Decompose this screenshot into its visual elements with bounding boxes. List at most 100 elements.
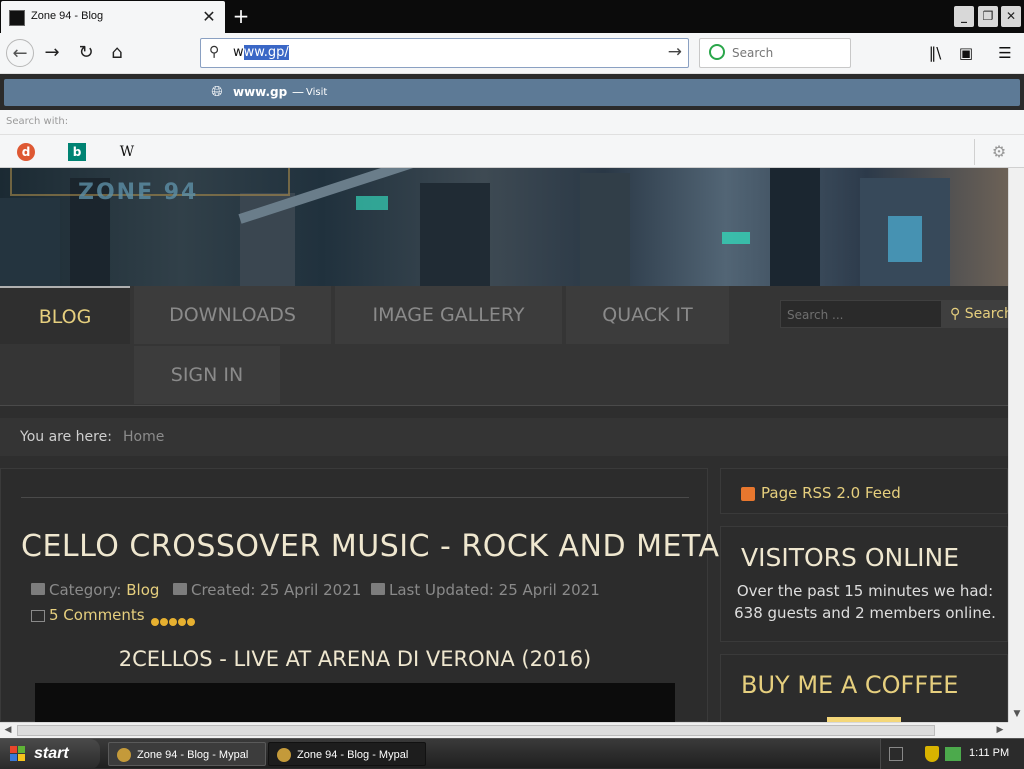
reload-button[interactable]: ↻	[72, 39, 100, 67]
restore-button[interactable]: ❐	[978, 6, 998, 27]
gear-icon[interactable]: ⚙	[989, 142, 1009, 162]
web-page: ZONE 94 BLOG DOWNLOADS IMAGE GALLERY QUA…	[0, 168, 1008, 722]
duckduckgo-icon[interactable]: d	[17, 143, 35, 161]
security-shield-icon[interactable]	[925, 746, 939, 762]
rating-star-icon[interactable]	[169, 618, 177, 626]
vertical-scrollbar[interactable]: ▼	[1008, 168, 1024, 722]
sidebar-icon[interactable]: ▣	[955, 42, 977, 64]
mypal-icon	[117, 748, 131, 762]
new-tab-button[interactable]: +	[230, 4, 252, 28]
wikipedia-icon[interactable]: W	[118, 143, 136, 161]
search-icon: ⚲	[209, 44, 220, 60]
coffee-title: BUY ME A COFFEE	[741, 671, 959, 699]
minimize-button[interactable]: _	[954, 6, 974, 27]
browser-tab[interactable]: Zone 94 - Blog ✕	[1, 1, 225, 33]
article-title[interactable]: CELLO CROSSOVER MUSIC - ROCK AND METAL	[21, 529, 737, 564]
nav-blog[interactable]: BLOG	[0, 286, 130, 344]
visitors-text: Over the past 15 minutes we had: 638 gues…	[734, 582, 996, 622]
horizontal-scroll-thumb[interactable]	[17, 725, 935, 736]
site-search-input[interactable]: Search ...	[780, 300, 942, 328]
article-subtitle: 2CELLOS - LIVE AT ARENA DI VERONA (2016)	[118, 647, 592, 671]
search-placeholder: Search	[732, 46, 774, 60]
windows-logo-icon	[10, 746, 26, 762]
rating-star-icon[interactable]	[160, 618, 168, 626]
keyboard-icon[interactable]	[889, 747, 903, 761]
close-tab-icon[interactable]: ✕	[200, 7, 218, 27]
scroll-right-icon[interactable]: ▶	[993, 723, 1007, 738]
back-button[interactable]: ←	[6, 39, 34, 67]
breadcrumb-label: You are here:	[20, 429, 112, 445]
calendar-icon	[173, 583, 187, 595]
visitors-title: VISITORS ONLINE	[741, 543, 960, 572]
site-logo[interactable]: ZONE 94	[78, 180, 198, 205]
menu-icon[interactable]: ☰	[994, 42, 1016, 64]
browser-titlebar: Zone 94 - Blog ✕ + _ ❐ ✕	[0, 0, 1024, 33]
rss-icon	[741, 487, 755, 501]
network-icon[interactable]	[945, 747, 961, 761]
engine-divider	[974, 139, 975, 165]
article-divider	[21, 497, 689, 498]
scrollbar-corner	[1008, 722, 1024, 738]
autocomplete-dash: —	[292, 85, 304, 99]
navigation-toolbar: ← → ↻ ⌂ ⚲ www.gp/ → Search ‖\ ▣ ☰	[0, 33, 1024, 74]
nav-downloads[interactable]: DOWNLOADS	[134, 286, 331, 344]
go-arrow-icon[interactable]: →	[668, 42, 682, 62]
visitors-widget: VISITORS ONLINE Over the past 15 minutes…	[720, 526, 1008, 642]
magnifier-icon: ⚲	[950, 306, 961, 322]
site-search-placeholder: Search ...	[787, 308, 844, 322]
folder-icon	[31, 583, 45, 595]
clock[interactable]: 1:11 PM	[969, 747, 1009, 759]
autocomplete-action: Visit	[306, 87, 328, 98]
breadcrumb: You are here: Home	[0, 418, 1008, 456]
rating-stars	[151, 611, 196, 630]
breadcrumb-home[interactable]: Home	[123, 429, 164, 445]
url-bar[interactable]: ⚲ www.gp/ →	[200, 38, 689, 68]
site-favicon-icon	[9, 10, 25, 26]
bing-icon[interactable]: b	[68, 143, 86, 161]
article-category: Category: Blog	[49, 581, 160, 599]
start-button[interactable]: start	[0, 739, 100, 769]
tab-title: Zone 94 - Blog	[31, 10, 104, 22]
forward-button[interactable]: →	[38, 39, 66, 67]
scroll-down-icon[interactable]: ▼	[1010, 706, 1024, 722]
library-icon[interactable]: ‖\	[924, 42, 946, 64]
search-engine-icon	[709, 44, 725, 60]
taskbar: start Zone 94 - Blog - Mypal Zone 94 - B…	[0, 738, 1024, 769]
horizontal-scrollbar[interactable]: ◀ ▶	[0, 722, 1008, 738]
category-link[interactable]: Blog	[126, 581, 159, 599]
coffee-widget: BUY ME A COFFEE	[720, 654, 1008, 722]
search-with-label: Search with:	[6, 116, 69, 127]
autocomplete-result[interactable]: 🌐︎ www.gp — Visit	[4, 79, 1020, 106]
nav-quack-it[interactable]: QUACK IT	[566, 286, 729, 344]
rss-link[interactable]: Page RSS 2.0 Feed	[761, 484, 901, 502]
globe-icon: 🌐︎	[211, 84, 223, 100]
video-embed[interactable]	[35, 683, 675, 722]
site-main-nav: BLOG DOWNLOADS IMAGE GALLERY QUACK IT SI…	[0, 286, 1008, 406]
autocomplete-url: www.gp	[233, 85, 288, 99]
home-button[interactable]: ⌂	[103, 39, 131, 67]
search-bar[interactable]: Search	[699, 38, 851, 68]
nav-sign-in[interactable]: SIGN IN	[134, 346, 280, 404]
rating-star-icon[interactable]	[151, 618, 159, 626]
taskbar-item[interactable]: Zone 94 - Blog - Mypal	[108, 742, 266, 766]
rating-star-icon[interactable]	[187, 618, 195, 626]
rss-widget: Page RSS 2.0 Feed	[720, 468, 1008, 514]
search-with-row: Search with:	[0, 110, 1024, 134]
site-search-button-label: Search	[964, 306, 1008, 322]
article-created: Created: 25 April 2021	[191, 581, 362, 599]
comments-link[interactable]: 5 Comments	[31, 606, 145, 624]
url-input[interactable]: www.gp/	[233, 45, 289, 60]
one-off-search-engines: d b W ⚙	[0, 134, 1024, 168]
mypal-icon	[277, 748, 291, 762]
scroll-left-icon[interactable]: ◀	[1, 723, 15, 738]
close-window-button[interactable]: ✕	[1001, 6, 1021, 27]
site-search-button[interactable]: ⚲ Search	[942, 300, 1008, 328]
nav-image-gallery[interactable]: IMAGE GALLERY	[335, 286, 562, 344]
calendar-edit-icon	[371, 583, 385, 595]
taskbar-item-active[interactable]: Zone 94 - Blog - Mypal	[268, 742, 426, 766]
site-banner-image: ZONE 94	[0, 168, 1008, 286]
rating-star-icon[interactable]	[178, 618, 186, 626]
comment-icon	[31, 609, 45, 622]
article-updated: Last Updated: 25 April 2021	[389, 581, 600, 599]
article: CELLO CROSSOVER MUSIC - ROCK AND METAL C…	[0, 468, 736, 722]
